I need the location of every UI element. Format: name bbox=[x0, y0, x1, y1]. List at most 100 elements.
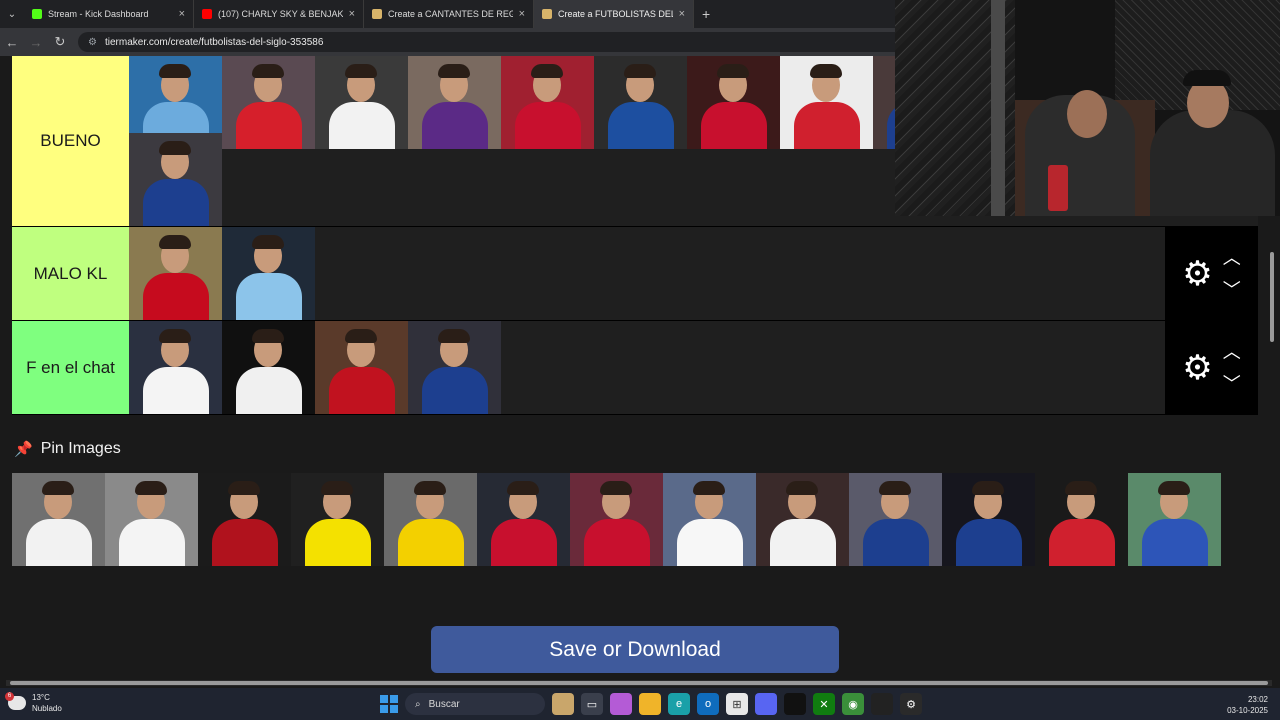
weather-description: Nublado bbox=[32, 704, 62, 713]
pin-images-title: Pin Images bbox=[40, 440, 121, 457]
player-image[interactable] bbox=[501, 56, 594, 149]
browser-tab[interactable]: Create a FUTBOLISTAS DEL SIG × bbox=[534, 0, 694, 28]
address-bar[interactable]: ⚙ tiermaker.com/create/futbolistas-del-s… bbox=[78, 32, 958, 52]
player-image[interactable] bbox=[129, 133, 222, 226]
player-image[interactable] bbox=[198, 473, 291, 566]
player-image[interactable] bbox=[222, 321, 315, 414]
tab-title: (107) CHARLY SKY & BENJAKI - bbox=[218, 9, 343, 19]
store-icon[interactable]: ⊞ bbox=[726, 693, 748, 715]
tier-row-f-en-el-chat: F en el chat bbox=[12, 321, 1258, 415]
back-icon[interactable]: ← bbox=[0, 35, 24, 50]
tab-title: Create a CANTANTES DE REGG bbox=[388, 9, 513, 19]
drink-can bbox=[1048, 165, 1068, 211]
widgets-icon[interactable] bbox=[552, 693, 574, 715]
image-pool[interactable] bbox=[12, 473, 1226, 566]
vertical-scrollbar[interactable] bbox=[1268, 216, 1276, 686]
outlook-icon[interactable]: o bbox=[697, 693, 719, 715]
app-icon[interactable] bbox=[871, 693, 893, 715]
player-image[interactable] bbox=[756, 473, 849, 566]
obs-icon[interactable] bbox=[784, 693, 806, 715]
reload-icon[interactable]: ↻ bbox=[48, 34, 72, 50]
player-image[interactable] bbox=[291, 473, 384, 566]
chevron-up-icon[interactable]: ︿ bbox=[1223, 343, 1241, 361]
system-clock[interactable]: 23:02 03-10-2025 bbox=[1227, 694, 1268, 716]
tab-favicon-icon bbox=[202, 9, 212, 19]
url-text: tiermaker.com/create/futbolistas-del-sig… bbox=[104, 36, 324, 48]
browser-tab[interactable]: Stream - Kick Dashboard × bbox=[24, 0, 194, 28]
xbox-icon[interactable]: ✕ bbox=[813, 693, 835, 715]
forward-icon[interactable]: → bbox=[24, 35, 48, 50]
tab-close-icon[interactable]: × bbox=[519, 8, 525, 20]
task-view-icon[interactable]: ▭ bbox=[581, 693, 603, 715]
player-image[interactable] bbox=[1035, 473, 1128, 566]
tier-items[interactable] bbox=[129, 321, 1258, 414]
player-image[interactable] bbox=[570, 473, 663, 566]
browser-tab[interactable]: Create a CANTANTES DE REGG × bbox=[364, 0, 534, 28]
copilot-icon[interactable] bbox=[610, 693, 632, 715]
pin-images-heading: 📌 Pin Images bbox=[14, 440, 121, 458]
weather-temperature: 13°C bbox=[32, 693, 50, 702]
search-placeholder: Buscar bbox=[428, 698, 460, 710]
tab-favicon-icon bbox=[542, 9, 552, 19]
player-image[interactable] bbox=[12, 473, 105, 566]
player-image[interactable] bbox=[780, 56, 873, 149]
player-image[interactable] bbox=[129, 227, 222, 320]
windows-taskbar: 6 13°C Nublado ⌕ Buscar ▭ e o ⊞ ✕ ◉ ⚙ 23… bbox=[0, 688, 1280, 720]
tab-close-icon[interactable]: × bbox=[679, 8, 685, 20]
edge-icon[interactable]: e bbox=[668, 693, 690, 715]
cloud-icon: 6 bbox=[5, 692, 26, 710]
player-image[interactable] bbox=[687, 56, 780, 149]
tier-label[interactable]: F en el chat bbox=[12, 321, 129, 414]
horizontal-scrollbar[interactable] bbox=[6, 680, 1272, 686]
screen: ⌄ Stream - Kick Dashboard × (107) CHARLY S… bbox=[0, 0, 1280, 720]
player-image[interactable] bbox=[315, 56, 408, 149]
player-image[interactable] bbox=[942, 473, 1035, 566]
tab-title: Stream - Kick Dashboard bbox=[48, 9, 149, 19]
chrome-icon[interactable]: ◉ bbox=[842, 693, 864, 715]
save-or-download-button[interactable]: Save or Download bbox=[431, 626, 839, 673]
tier-label[interactable]: BUENO bbox=[12, 56, 129, 226]
tab-list: Stream - Kick Dashboard × (107) CHARLY SKY… bbox=[24, 0, 694, 28]
taskbar-search[interactable]: ⌕ Buscar bbox=[405, 693, 545, 715]
player-image[interactable] bbox=[663, 473, 756, 566]
player-image[interactable] bbox=[408, 321, 501, 414]
player-image[interactable] bbox=[477, 473, 570, 566]
player-image[interactable] bbox=[594, 56, 687, 149]
chevron-down-icon[interactable]: ﹀ bbox=[1223, 375, 1241, 393]
tab-search-icon[interactable]: ⌄ bbox=[0, 0, 24, 28]
tab-close-icon[interactable]: × bbox=[179, 8, 185, 20]
tier-label[interactable]: MALO KL bbox=[12, 227, 129, 320]
discord-icon[interactable] bbox=[755, 693, 777, 715]
player-image[interactable] bbox=[1128, 473, 1221, 566]
new-tab-button[interactable]: + bbox=[702, 6, 710, 22]
tab-favicon-icon bbox=[372, 9, 382, 19]
settings-app-icon[interactable]: ⚙ bbox=[900, 693, 922, 715]
chevron-up-icon[interactable]: ︿ bbox=[1223, 249, 1241, 267]
tab-close-icon[interactable]: × bbox=[349, 8, 355, 20]
player-image[interactable] bbox=[105, 473, 198, 566]
player-image[interactable] bbox=[222, 227, 315, 320]
file-explorer-icon[interactable] bbox=[639, 693, 661, 715]
tab-title: Create a FUTBOLISTAS DEL SIG bbox=[558, 9, 673, 19]
player-image[interactable] bbox=[384, 473, 477, 566]
gear-icon[interactable]: ⚙ bbox=[1182, 257, 1212, 291]
player-image[interactable] bbox=[408, 56, 501, 149]
tier-items[interactable] bbox=[129, 227, 1258, 320]
start-button[interactable] bbox=[380, 695, 398, 713]
notification-badge: 6 bbox=[5, 692, 14, 701]
search-icon: ⌕ bbox=[415, 698, 421, 710]
player-image[interactable] bbox=[849, 473, 942, 566]
site-info-icon[interactable]: ⚙ bbox=[88, 37, 97, 48]
chevron-down-icon[interactable]: ﹀ bbox=[1223, 281, 1241, 299]
tab-favicon-icon bbox=[32, 9, 42, 19]
gear-icon[interactable]: ⚙ bbox=[1182, 351, 1212, 385]
webcam-overlay bbox=[895, 0, 1280, 216]
player-image[interactable] bbox=[129, 321, 222, 414]
player-image[interactable] bbox=[222, 56, 315, 149]
browser-tab[interactable]: (107) CHARLY SKY & BENJAKI - × bbox=[194, 0, 364, 28]
player-image[interactable] bbox=[315, 321, 408, 414]
weather-widget[interactable]: 6 13°C Nublado bbox=[5, 692, 62, 714]
tier-row-malo-kl: MALO KL bbox=[12, 227, 1258, 321]
tier-controls-f-en-el-chat: ⚙ ︿ ﹀ bbox=[1165, 321, 1258, 415]
clock-date: 03-10-2025 bbox=[1227, 706, 1268, 715]
